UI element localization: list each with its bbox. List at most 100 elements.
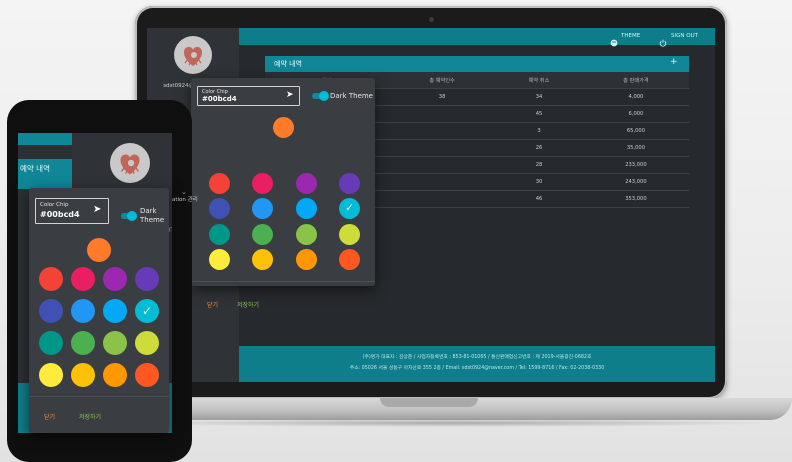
color-swatch-orange-accent[interactable] xyxy=(87,238,111,262)
cell: 28 xyxy=(495,156,583,174)
theme-button[interactable]: THEME xyxy=(621,33,640,39)
sign-out-button[interactable]: SIGN OUT xyxy=(671,33,698,39)
color-swatch[interactable] xyxy=(103,363,127,387)
cell xyxy=(389,190,496,208)
color-swatch[interactable] xyxy=(295,223,317,245)
color-swatch[interactable] xyxy=(71,267,95,291)
color-swatch[interactable] xyxy=(39,331,63,355)
color-swatch[interactable]: ✓ xyxy=(135,299,159,323)
cell: 353,000 xyxy=(582,190,689,208)
save-button[interactable]: 저장하기 xyxy=(79,412,101,421)
footer-company-info: (주)명가 대표자 : 김상준 / 사업자등록번호 : 853-81-01065… xyxy=(362,355,592,360)
color-swatch[interactable] xyxy=(208,223,230,245)
cell: 4,000 xyxy=(582,88,689,106)
color-swatch[interactable] xyxy=(339,223,360,245)
cell: 3 xyxy=(495,122,583,140)
cell: 243,000 xyxy=(582,173,689,191)
cell: 34 xyxy=(495,88,583,106)
laptop-camera xyxy=(429,17,434,22)
cell xyxy=(389,105,496,123)
color-swatch[interactable] xyxy=(39,267,63,291)
column-header: 총 예약인수 xyxy=(389,72,496,89)
color-swatch[interactable] xyxy=(339,249,360,270)
dark-theme-label: Dark Theme xyxy=(140,207,165,224)
cell: 35,000 xyxy=(582,139,689,157)
phone-color-picker-dialog: Color Chip #00bcd4 ➤ Dark Theme 닫기 저장하기 … xyxy=(29,188,169,433)
laptop-base-notch xyxy=(380,398,478,407)
phone-card-header xyxy=(18,133,72,145)
color-swatch[interactable] xyxy=(135,331,159,355)
color-chip-field[interactable]: Color Chip #00bcd4 ➤ xyxy=(197,86,300,106)
palette-icon[interactable] xyxy=(610,32,618,51)
cell xyxy=(389,122,496,140)
dark-theme-label: Dark Theme xyxy=(330,92,373,100)
color-swatch-orange-accent[interactable] xyxy=(272,116,294,138)
send-icon[interactable]: ➤ xyxy=(93,204,101,215)
phone-card-title: 예약 내역 xyxy=(20,164,50,173)
phone-avatar[interactable] xyxy=(110,143,150,183)
color-swatch[interactable]: ✓ xyxy=(339,198,360,219)
color-swatch[interactable] xyxy=(71,363,95,387)
color-chip-label: Color Chip xyxy=(40,202,69,208)
cell xyxy=(389,139,496,157)
column-header: 예약 취소 xyxy=(495,72,583,89)
phone-menu-item[interactable]: ation 관리 xyxy=(172,195,198,203)
color-swatch[interactable] xyxy=(135,363,159,387)
cell: 45 xyxy=(495,105,583,123)
card-header xyxy=(265,56,689,72)
cell xyxy=(389,173,496,191)
color-chip-value: #00bcd4 xyxy=(40,210,80,219)
color-chip-value: #00bcd4 xyxy=(202,95,237,103)
footer: (주)명가 대표자 : 김상준 / 사업자등록번호 : 853-81-01065… xyxy=(239,346,715,382)
cell: 46 xyxy=(495,190,583,208)
save-button[interactable]: 저장하기 xyxy=(237,300,259,309)
laptop-shadow xyxy=(120,419,780,427)
color-swatch[interactable] xyxy=(208,172,230,194)
color-swatch[interactable] xyxy=(208,249,230,270)
color-swatch[interactable] xyxy=(208,198,230,219)
cell: 30 xyxy=(495,173,583,191)
color-swatch[interactable] xyxy=(295,249,317,270)
toggle-knob[interactable] xyxy=(127,211,137,221)
checkmark-icon: ✓ xyxy=(141,304,153,318)
color-swatch[interactable] xyxy=(252,172,273,194)
color-swatch[interactable] xyxy=(39,299,63,323)
add-icon[interactable]: + xyxy=(670,57,678,67)
color-swatch[interactable] xyxy=(295,172,317,194)
chevron-down-icon[interactable]: ⌄ xyxy=(181,188,187,196)
cell: 26 xyxy=(495,139,583,157)
cancel-button[interactable]: 닫기 xyxy=(207,300,218,309)
color-swatch[interactable] xyxy=(252,198,273,219)
column-header: 총 판매가격 xyxy=(582,72,689,89)
color-swatch[interactable] xyxy=(252,249,273,270)
color-swatch[interactable] xyxy=(71,331,95,355)
divider xyxy=(191,281,375,282)
power-icon[interactable] xyxy=(659,32,667,51)
cell: 65,000 xyxy=(582,122,689,140)
color-swatch[interactable] xyxy=(103,267,127,291)
heart-logo-icon xyxy=(175,37,211,73)
checkmark-icon: ✓ xyxy=(345,202,354,214)
cell xyxy=(389,156,496,174)
cell: 38 xyxy=(389,88,496,106)
color-swatch[interactable] xyxy=(39,363,63,387)
color-swatch[interactable] xyxy=(252,223,273,245)
heart-logo-icon xyxy=(111,144,149,182)
color-swatch[interactable] xyxy=(295,198,317,219)
avatar[interactable] xyxy=(174,36,212,74)
color-swatch[interactable] xyxy=(103,299,127,323)
divider xyxy=(29,396,169,397)
toggle-knob[interactable] xyxy=(319,91,329,101)
top-bar xyxy=(239,28,715,45)
color-swatch[interactable] xyxy=(135,267,159,291)
cell: 6,000 xyxy=(582,105,689,123)
color-swatch[interactable] xyxy=(71,299,95,323)
cell: 233,000 xyxy=(582,156,689,174)
send-icon[interactable]: ➤ xyxy=(286,90,294,100)
color-picker-dialog: Color Chip #00bcd4 ➤ Dark Theme 닫기 저장하기 … xyxy=(191,78,375,309)
color-chip-field[interactable]: Color Chip #00bcd4 ➤ xyxy=(35,198,109,224)
color-swatch[interactable] xyxy=(103,331,127,355)
footer-contact-info: 주소: 05026 서울 성동구 아차산로 355 2층 / Email: sd… xyxy=(349,366,605,371)
cancel-button[interactable]: 닫기 xyxy=(44,412,55,421)
color-swatch[interactable] xyxy=(339,172,360,194)
